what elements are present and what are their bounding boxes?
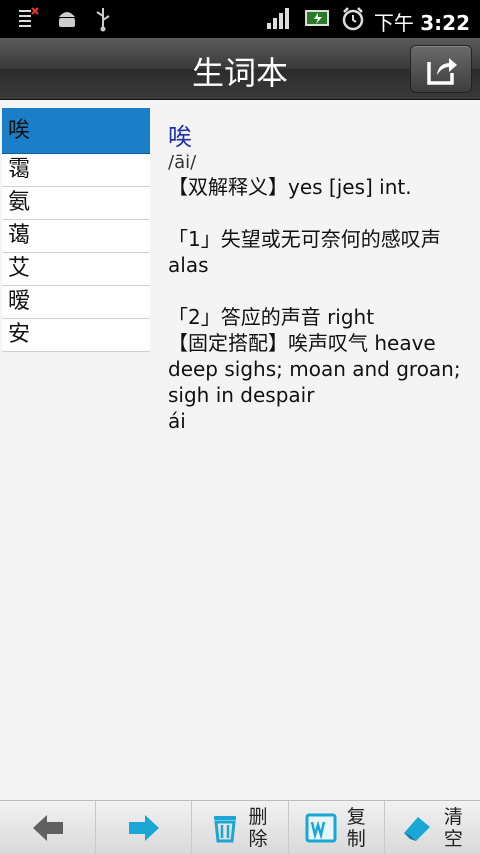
- forward-button[interactable]: [96, 801, 193, 854]
- delete-button[interactable]: 删除: [192, 801, 289, 854]
- clear-button[interactable]: 清空: [385, 801, 480, 854]
- time-value: 3:22: [420, 11, 470, 35]
- android-debug-icon: [56, 6, 78, 34]
- back-arrow-icon: [32, 814, 63, 841]
- signal-icon: [266, 6, 292, 34]
- list-item[interactable]: 蔼: [2, 220, 150, 253]
- trash-icon: [214, 815, 236, 842]
- list-item[interactable]: 霭: [2, 154, 150, 187]
- definition-line: 【固定搭配】唉声叹气 heave deep sighs; moan and gr…: [168, 331, 467, 407]
- copy-button[interactable]: 复制: [289, 801, 385, 854]
- notification-list-icon: [18, 6, 40, 34]
- alarm-icon: [340, 6, 366, 36]
- headword: 唉: [168, 123, 192, 151]
- time-prefix: 下午: [373, 11, 414, 35]
- definition-panel: 唉 /āi/ 【双解释义】yes [jes] int. 「1」失望或无可奈何的感…: [168, 122, 468, 434]
- page-title: 生词本: [191, 54, 288, 92]
- definition-line: alas: [168, 253, 209, 277]
- title-bar: 生词本: [0, 38, 480, 100]
- status-bar: 下午 3:22: [0, 0, 480, 38]
- share-icon: [427, 58, 457, 85]
- clear-label: 清空: [443, 805, 463, 850]
- bottom-toolbar: 删除 复制 清空: [0, 800, 480, 854]
- definition-line: 【双解释义】yes [jes] int.: [168, 175, 412, 199]
- list-item[interactable]: 唉: [2, 108, 150, 154]
- phonetic: /āi/: [168, 152, 197, 173]
- usb-icon: [94, 6, 112, 36]
- list-item[interactable]: 暧: [2, 286, 150, 319]
- back-button[interactable]: [0, 801, 97, 854]
- word-doc-icon: [305, 813, 337, 842]
- list-item[interactable]: 氨: [2, 187, 150, 220]
- definition-line: 「1」失望或无可奈何的感叹声: [168, 227, 441, 251]
- copy-label: 复制: [346, 805, 366, 850]
- delete-label: 删除: [248, 805, 268, 850]
- list-item[interactable]: 艾: [2, 253, 150, 286]
- eraser-icon: [404, 816, 431, 841]
- definition-line: 「2」答应的声音 right: [168, 305, 375, 329]
- definition-line: ái: [168, 409, 186, 433]
- forward-arrow-icon: [128, 814, 159, 841]
- battery-icon: [304, 6, 332, 34]
- list-item[interactable]: 安: [2, 319, 150, 352]
- status-time: 下午 3:22: [374, 7, 470, 36]
- word-list: 唉 霭 氨 蔼 艾 暧 安: [2, 108, 150, 352]
- share-button[interactable]: [410, 45, 472, 93]
